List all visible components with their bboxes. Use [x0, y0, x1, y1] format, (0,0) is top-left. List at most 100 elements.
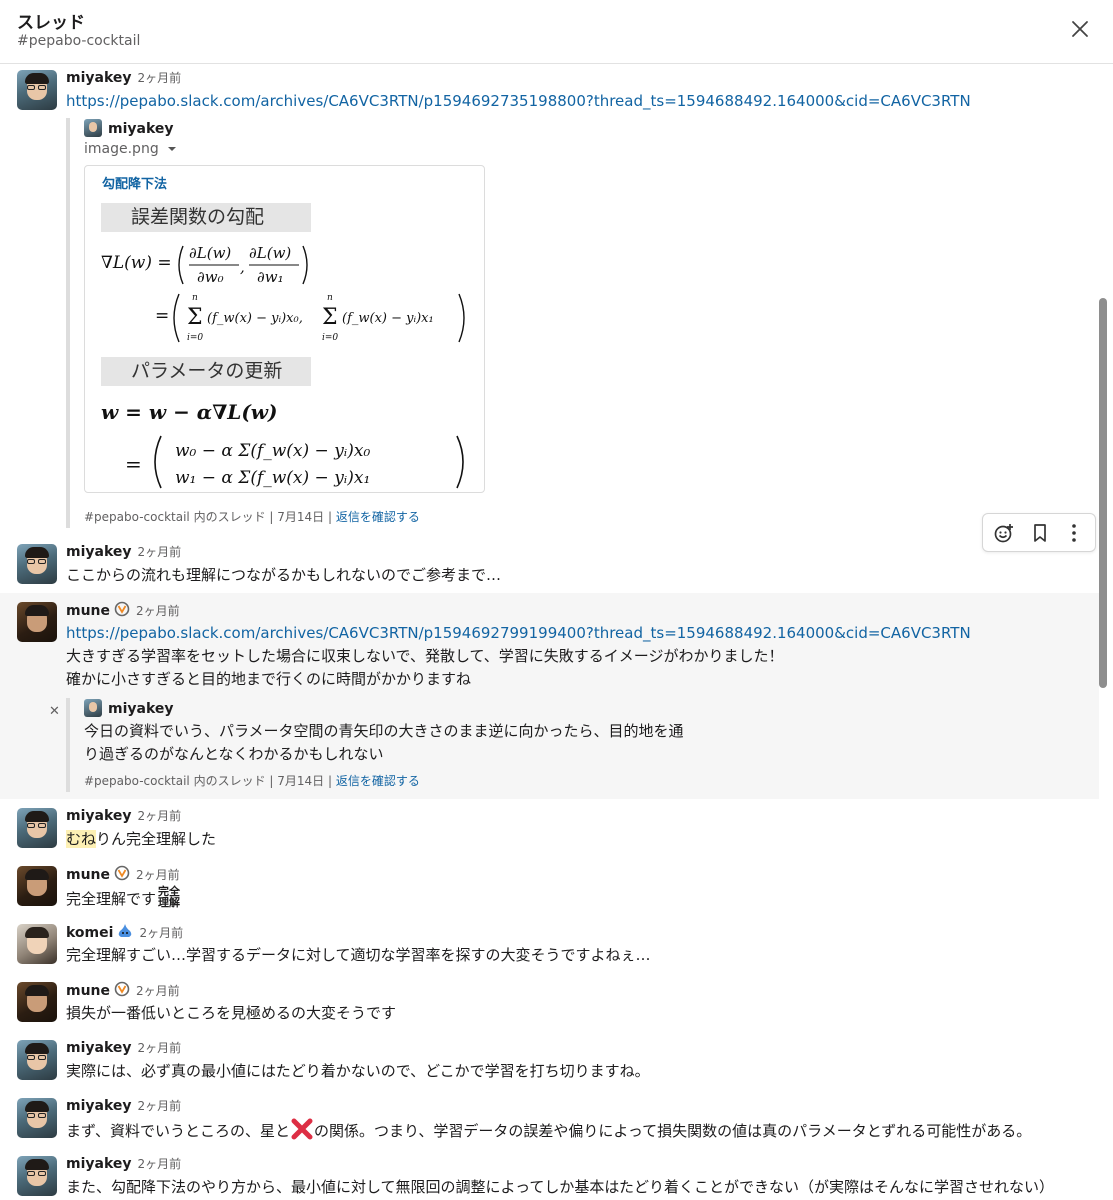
svg-text:Σ: Σ	[187, 305, 203, 330]
caret-down-icon[interactable]	[167, 145, 177, 153]
message-text: 大きすぎる学習率をセットした場合に収束しないで、発散して、学習に失敗するイメージ…	[66, 647, 784, 665]
message-author[interactable]: mune 2ヶ月前	[66, 601, 180, 619]
avatar[interactable]	[17, 1098, 57, 1138]
message-time[interactable]: 2ヶ月前	[138, 1157, 182, 1171]
scrollbar[interactable]	[1099, 298, 1107, 688]
message-time[interactable]: 2ヶ月前	[136, 868, 180, 882]
message-actions	[982, 513, 1096, 552]
message-author[interactable]: miyakey 2ヶ月前	[66, 69, 181, 86]
message: mune 2ヶ月前 完全理解です 完全 理解	[0, 857, 1100, 915]
svg-text:w₁ − α Σ(f_w(x) − yᵢ)x₁: w₁ − α Σ(f_w(x) − yᵢ)x₁	[175, 468, 370, 488]
message-time[interactable]: 2ヶ月前	[138, 809, 182, 823]
message-link[interactable]: https://pepabo.slack.com/archives/CA6VC3…	[66, 90, 971, 113]
author-name[interactable]: mune	[66, 603, 110, 619]
overwatch-icon	[114, 865, 130, 881]
avatar[interactable]	[17, 808, 57, 848]
unfurl-footer: #pepabo-cocktail 内のスレッド | 7月14日 | 返信を確認す…	[84, 510, 420, 524]
remove-unfurl-button[interactable]: ✕	[49, 704, 60, 719]
message-author[interactable]: komei 2ヶ月前	[66, 923, 183, 941]
message-author[interactable]: miyakey 2ヶ月前	[66, 807, 181, 824]
custom-emoji-kanzen-rikai[interactable]: 完全 理解	[156, 886, 182, 908]
author-name[interactable]: miyakey	[66, 544, 132, 560]
message: miyakey 2ヶ月前 https://pepabo.slack.com/arc…	[0, 65, 1100, 535]
svg-text:∂w₁: ∂w₁	[257, 268, 284, 286]
svg-text:w = w − α∇L(w): w = w − α∇L(w)	[101, 400, 277, 424]
message-time[interactable]: 2ヶ月前	[136, 984, 180, 998]
thread-title: スレッド	[17, 13, 85, 33]
message-text-part: の関係。つまり、学習データの誤差や偏りによって損失関数の値は真のパラメータとずれ…	[313, 1122, 1032, 1140]
svg-text:∇L(w) =: ∇L(w) =	[101, 253, 172, 273]
author-name[interactable]: miyakey	[66, 808, 132, 824]
mention-highlight[interactable]: むね	[66, 830, 97, 848]
file-name-text[interactable]: image.png	[84, 141, 159, 157]
more-icon[interactable]	[1063, 522, 1085, 544]
message-time[interactable]: 2ヶ月前	[139, 926, 183, 940]
unfurl-text: 今日の資料でいう、パラメータ空間の青矢印の大きさのまま逆に向かったら、目的地を通	[84, 722, 684, 740]
svg-text:∂L(w): ∂L(w)	[249, 244, 291, 262]
message-author[interactable]: miyakey 2ヶ月前	[66, 543, 181, 560]
avatar[interactable]	[17, 602, 57, 642]
unfurl-footer: #pepabo-cocktail 内のスレッド | 7月14日 | 返信を確認す…	[84, 774, 420, 788]
math-heading-gradient: 誤差関数の勾配	[101, 203, 311, 232]
unfurl-author[interactable]: miyakey	[108, 701, 174, 717]
thread-header: スレッド #pepabo-cocktail	[0, 0, 1113, 64]
message-author[interactable]: miyakey 2ヶ月前	[66, 1039, 181, 1056]
svg-text:n: n	[192, 293, 198, 303]
bookmark-icon[interactable]	[1029, 522, 1051, 544]
attached-image[interactable]: 勾配降下法 誤差関数の勾配 ∇L(w) = ∂L(w) ∂w₀ , ∂L(w) …	[84, 165, 485, 493]
svg-text:∂w₀: ∂w₀	[197, 268, 224, 286]
avatar[interactable]	[17, 70, 57, 110]
message-time[interactable]: 2ヶ月前	[138, 1099, 182, 1113]
svg-text:i=0: i=0	[322, 333, 338, 343]
thread-pane[interactable]: miyakey 2ヶ月前 https://pepabo.slack.com/arc…	[0, 65, 1113, 1200]
view-reply-link[interactable]: 返信を確認する	[336, 510, 420, 524]
message-time[interactable]: 2ヶ月前	[136, 604, 180, 618]
file-name[interactable]: image.png	[84, 141, 177, 157]
message-time[interactable]: 2ヶ月前	[138, 71, 182, 85]
channel-name[interactable]: #pepabo-cocktail	[17, 33, 140, 49]
message-text: 完全理解です 完全 理解	[66, 886, 182, 911]
svg-text:i=0: i=0	[187, 333, 203, 343]
avatar	[84, 699, 102, 717]
view-reply-link[interactable]: 返信を確認する	[336, 774, 420, 788]
author-name[interactable]: mune	[66, 983, 110, 999]
message-text: 損失が一番低いところを見極めるの大変そうです	[66, 1004, 397, 1022]
image-title: 勾配降下法	[102, 177, 168, 192]
message-text: 完全理解すごい…学習するデータに対して適切な学習率を探すの大変そうですよねぇ…	[66, 946, 651, 964]
author-name[interactable]: miyakey	[66, 70, 132, 86]
avatar	[84, 119, 102, 137]
message-link[interactable]: https://pepabo.slack.com/archives/CA6VC3…	[66, 622, 971, 645]
message-time[interactable]: 2ヶ月前	[138, 545, 182, 559]
unfurl-author[interactable]: miyakey	[108, 121, 174, 137]
svg-text:w₀ − α Σ(f_w(x) − yᵢ)x₀: w₀ − α Σ(f_w(x) − yᵢ)x₀	[175, 441, 370, 461]
avatar[interactable]	[17, 924, 57, 964]
message-author[interactable]: miyakey 2ヶ月前	[66, 1097, 181, 1114]
message-author[interactable]: miyakey 2ヶ月前	[66, 1155, 181, 1172]
close-icon[interactable]	[1069, 18, 1091, 40]
avatar[interactable]	[17, 866, 57, 906]
slime-icon	[119, 924, 132, 937]
add-reaction-icon[interactable]	[993, 522, 1015, 544]
footer-date: 7月14日	[277, 774, 325, 788]
message-text: 実際には、必ず真の最小値にはたどり着かないので、どこかで学習を打ち切りますね。	[66, 1062, 650, 1080]
author-name[interactable]: miyakey	[66, 1040, 132, 1056]
avatar[interactable]	[17, 1156, 57, 1196]
svg-text:=: =	[155, 306, 169, 326]
avatar[interactable]	[17, 1040, 57, 1080]
svg-text:,: ,	[240, 258, 245, 276]
message-time[interactable]: 2ヶ月前	[138, 1041, 182, 1055]
svg-text:(f_w(x) − yᵢ)x₀,: (f_w(x) − yᵢ)x₀,	[207, 311, 303, 326]
message: miyakey 2ヶ月前 また、勾配降下法のやり方から、最小値に対して無限回の調整…	[0, 1147, 1100, 1200]
gradient-formula: ∇L(w) = ∂L(w) ∂w₀ , ∂L(w) ∂w₁ = Σ n i=0 …	[101, 244, 465, 343]
cross-mark-icon	[291, 1118, 313, 1140]
overwatch-icon	[114, 981, 130, 997]
author-name[interactable]: miyakey	[66, 1098, 132, 1114]
avatar[interactable]	[17, 982, 57, 1022]
message-author[interactable]: mune 2ヶ月前	[66, 981, 180, 999]
footer-date: 7月14日	[277, 510, 325, 524]
author-name[interactable]: miyakey	[66, 1156, 132, 1172]
avatar[interactable]	[17, 544, 57, 584]
author-name[interactable]: komei	[66, 925, 113, 941]
author-name[interactable]: mune	[66, 867, 110, 883]
message-author[interactable]: mune 2ヶ月前	[66, 865, 180, 883]
